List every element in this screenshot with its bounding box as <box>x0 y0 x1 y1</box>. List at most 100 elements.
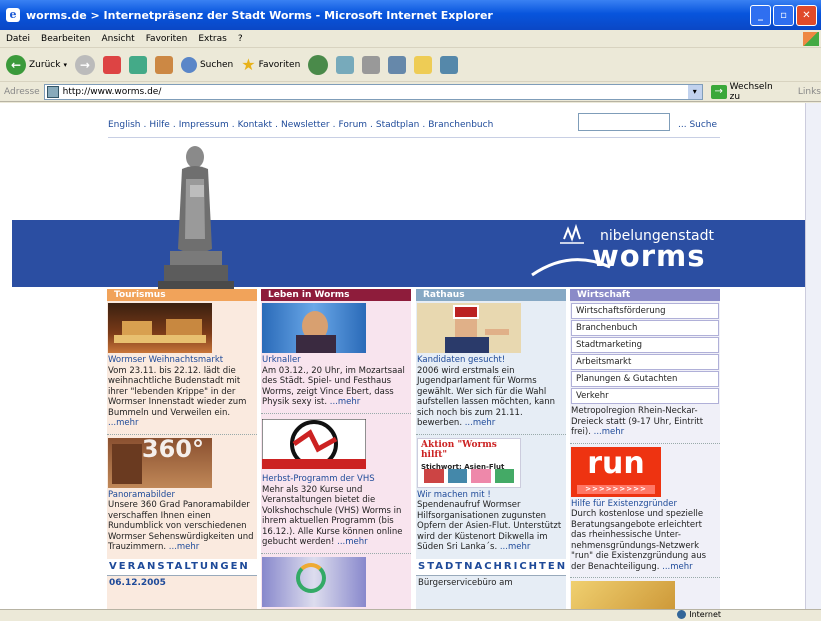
back-button[interactable]: ← Zurück ▾ <box>6 54 67 75</box>
menu-help[interactable]: ? <box>238 34 243 44</box>
chevron-down-icon[interactable]: ▾ <box>687 84 702 99</box>
list-item: Wormser Weihnachtsmarkt Vom 23.11. bis 2… <box>107 355 257 431</box>
print-icon[interactable] <box>362 55 381 74</box>
menu-item-traffic[interactable]: Verkehr <box>571 388 719 404</box>
item-title[interactable]: Wormser Weihnachtsmarkt <box>108 355 255 366</box>
search-button[interactable]: Suchen <box>180 56 233 73</box>
column-header[interactable]: Wirtschaft <box>570 289 720 301</box>
menu-item-labor-market[interactable]: Arbeitsmarkt <box>571 354 719 370</box>
panorama-image[interactable]: 360° <box>108 437 212 488</box>
logo-title: worms <box>592 239 706 273</box>
list-item: Urknaller Am 03.12., 20 Uhr, im Mozartsa… <box>261 355 411 410</box>
back-arrow-icon: ← <box>6 54 26 75</box>
menu-favorites[interactable]: Favoriten <box>146 34 188 44</box>
menu-file[interactable]: Datei <box>6 34 30 44</box>
window-title: worms.de > Internetpräsenz der Stadt Wor… <box>26 8 493 22</box>
nav-contact[interactable]: Kontakt <box>238 120 272 130</box>
item-title[interactable]: Wir machen mit ! <box>417 490 564 501</box>
teaser-image[interactable] <box>262 556 366 607</box>
column-living: Leben in Worms Urknaller Am 03.12., 20 U… <box>261 289 411 609</box>
menu-edit[interactable]: Bearbeiten <box>41 34 90 44</box>
event-date: 06.12.2005 <box>109 578 166 588</box>
ie-icon: e <box>6 8 20 22</box>
home-icon[interactable] <box>154 55 173 74</box>
address-input[interactable]: http://www.worms.de/ ▾ <box>43 83 703 100</box>
nav-imprint[interactable]: Impressum <box>179 120 229 130</box>
list-item: Kandidaten gesucht! 2006 wird erstmals e… <box>416 355 566 431</box>
status-bar: Internet <box>0 609 821 621</box>
edit-icon[interactable] <box>388 55 407 74</box>
forward-arrow-icon[interactable]: → <box>74 54 95 75</box>
item-title[interactable]: Herbst-Programm der VHS <box>262 474 409 485</box>
browser-window: e worms.de > Internetpräsenz der Stadt W… <box>0 0 821 621</box>
list-item: Hilfe für Existenzgründer Durch kostenlo… <box>570 499 720 575</box>
nav-business-directory[interactable]: Branchenbuch <box>428 120 493 130</box>
history-icon[interactable] <box>308 54 329 75</box>
item-title[interactable]: Panoramabilder <box>108 490 255 501</box>
refresh-icon[interactable] <box>128 55 147 74</box>
maximize-button[interactable]: ▫ <box>773 5 794 26</box>
divider <box>416 433 566 435</box>
menu-item-business-directory[interactable]: Branchenbuch <box>571 320 719 336</box>
go-arrow-icon: → <box>710 84 727 99</box>
more-link[interactable]: ...mehr <box>169 542 200 552</box>
more-link[interactable]: ...mehr <box>662 562 693 572</box>
menu-tools[interactable]: Extras <box>198 34 226 44</box>
folder-icon[interactable] <box>414 55 433 74</box>
worms-hilft-image[interactable]: Aktion "Worms hilft" Stichwort: Asien-Fl… <box>417 437 521 488</box>
minimize-button[interactable]: _ <box>750 5 771 26</box>
menu-bar: Datei Bearbeiten Ansicht Favoriten Extra… <box>0 30 821 48</box>
vhs-program-image[interactable] <box>261 418 367 469</box>
title-bar: e worms.de > Internetpräsenz der Stadt W… <box>0 0 821 30</box>
divider <box>261 412 411 414</box>
nav-forum[interactable]: Forum <box>339 120 368 130</box>
divider <box>570 442 720 444</box>
divider <box>570 577 720 578</box>
column-header[interactable]: Leben in Worms <box>261 289 411 301</box>
links-button[interactable]: Links <box>798 87 821 97</box>
list-item: Herbst-Programm der VHS Mehr als 320 Kur… <box>261 474 411 550</box>
item-title[interactable]: Kandidaten gesucht! <box>417 355 564 366</box>
nav-english[interactable]: English <box>108 120 141 130</box>
search-link[interactable]: ... Suche <box>678 120 717 130</box>
more-link[interactable]: ...mehr <box>594 427 625 437</box>
nav-city-map[interactable]: Stadtplan <box>376 120 419 130</box>
section-header-events: VERANSTALTUNGEN <box>107 558 257 576</box>
search-icon <box>180 56 197 73</box>
menu-item-city-marketing[interactable]: Stadtmarketing <box>571 337 719 353</box>
nav-newsletter[interactable]: Newsletter <box>281 120 330 130</box>
top-navigation: English. Hilfe. Impressum. Kontakt. News… <box>108 120 494 130</box>
close-button[interactable]: ✕ <box>796 5 817 26</box>
item-title[interactable]: Urknaller <box>262 355 409 366</box>
run-logo-image[interactable]: run >>>>>>>>> <box>571 446 661 497</box>
christmas-market-image[interactable] <box>108 303 212 353</box>
column-header[interactable]: Tourismus <box>107 289 257 301</box>
search-input[interactable] <box>578 113 670 131</box>
more-link[interactable]: ...mehr <box>337 537 368 547</box>
column-header[interactable]: Rathaus <box>416 289 566 301</box>
item-title[interactable]: Hilfe für Existenzgründer <box>571 499 718 510</box>
more-link[interactable]: ...mehr <box>500 542 531 552</box>
more-link[interactable]: ...mehr <box>108 418 139 428</box>
divider <box>261 552 411 554</box>
menu-item-planning[interactable]: Planungen & Gutachten <box>571 371 719 387</box>
teaser-image[interactable] <box>571 581 675 609</box>
more-link[interactable]: ...mehr <box>330 397 361 407</box>
stop-icon[interactable] <box>102 55 121 74</box>
go-button[interactable]: → Wechseln zu <box>710 82 786 102</box>
menu-view[interactable]: Ansicht <box>101 34 134 44</box>
divider <box>108 137 720 138</box>
mail-icon[interactable] <box>336 55 355 74</box>
more-link[interactable]: ...mehr <box>465 418 496 428</box>
address-label: Adresse <box>4 86 40 97</box>
messenger-icon[interactable] <box>440 55 459 74</box>
uncle-sam-image[interactable] <box>417 303 521 353</box>
menu-item-economic-development[interactable]: Wirtschaftsförderung <box>571 303 719 319</box>
globe-icon <box>677 610 687 619</box>
address-url: http://www.worms.de/ <box>62 86 162 97</box>
vertical-scrollbar[interactable] <box>805 103 821 609</box>
news-item[interactable]: Bürgerservicebüro am <box>416 576 566 591</box>
favorites-button[interactable]: ★ Favoriten <box>241 55 300 74</box>
nav-help[interactable]: Hilfe <box>149 120 169 130</box>
comedian-photo-image[interactable] <box>262 303 366 353</box>
